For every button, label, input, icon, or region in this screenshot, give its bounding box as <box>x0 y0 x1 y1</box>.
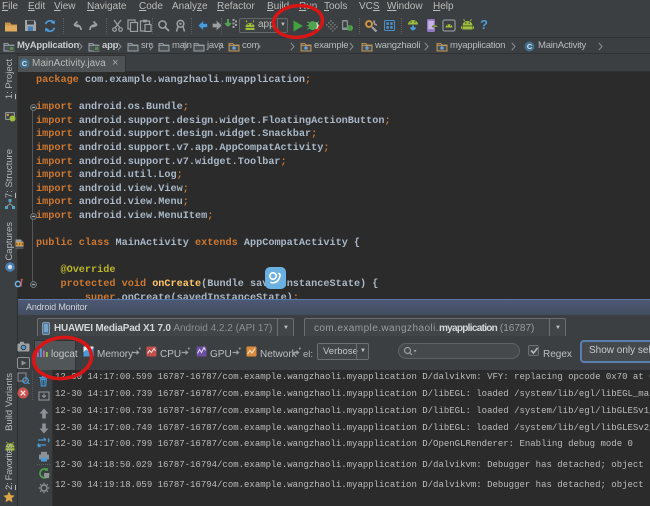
svg-text:C: C <box>22 59 28 68</box>
